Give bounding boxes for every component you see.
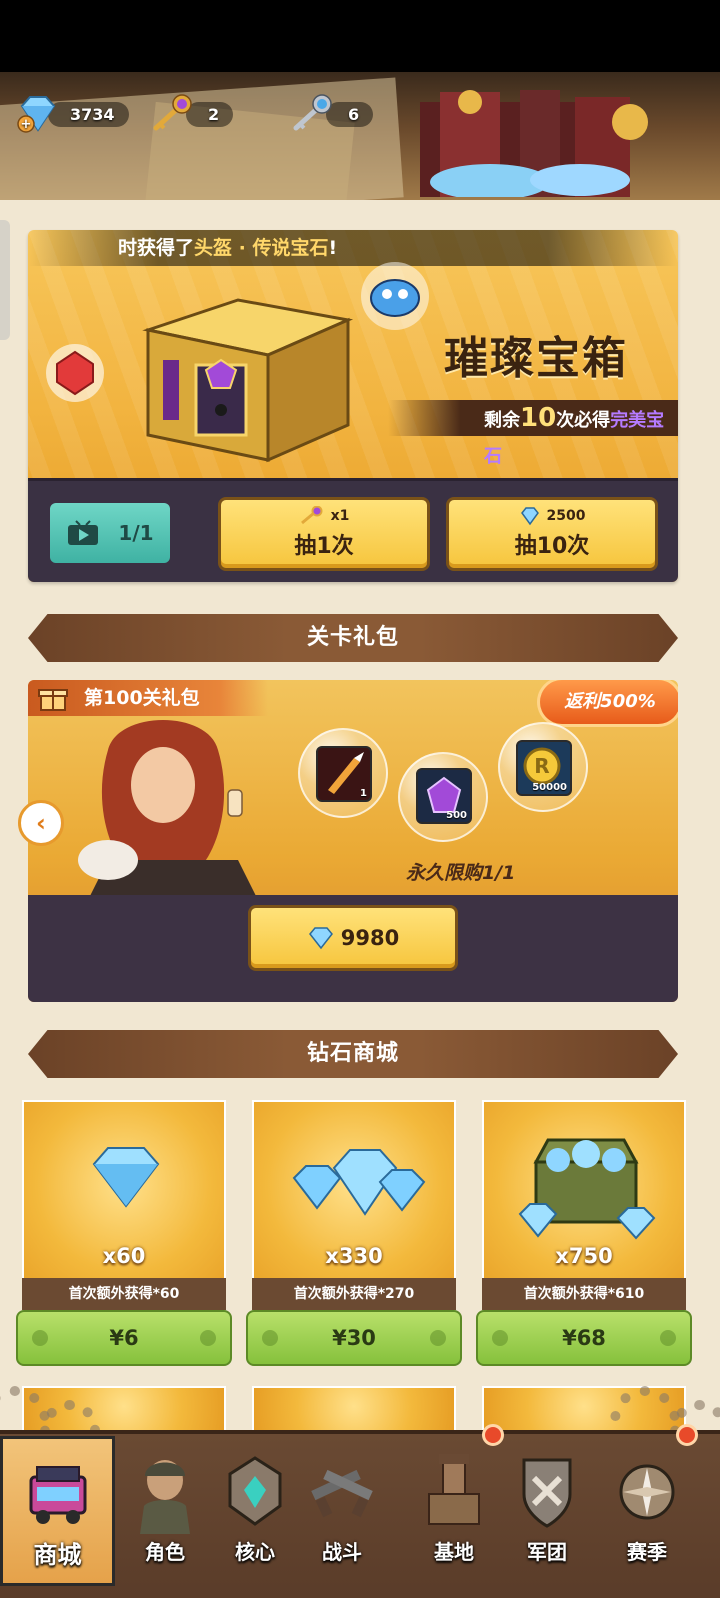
buy-diamond-button[interactable]: ¥30 [246, 1310, 462, 1366]
shop-truck-icon [29, 1466, 86, 1524]
shop-screen: + 3734 2 6 时获得了头盔 · 传说宝石! 璀璨宝箱 剩余10次必得完美… [0, 0, 720, 1598]
nav-character[interactable]: 角色 [115, 1440, 215, 1590]
red-gem-icon [46, 344, 104, 402]
purple-key-counter[interactable]: 2 [150, 94, 234, 132]
nav-legion[interactable]: 军团 [497, 1440, 597, 1590]
reward-item[interactable]: 500 [416, 768, 472, 824]
top-banner [0, 72, 720, 200]
buy-pack-button[interactable]: 9980 [248, 905, 458, 971]
pity-counter: 剩余10次必得完美宝石 [388, 400, 678, 467]
diamond-icon [92, 1147, 160, 1208]
robot-pet-icon [361, 262, 429, 330]
diamond-chest-icon [518, 1138, 656, 1240]
rebate-badge: 返利500% [540, 680, 678, 724]
diamond-pack-medium[interactable]: x330 首次额外获得*270 ¥30 [246, 1100, 462, 1366]
draw-ten-button[interactable]: 2500 抽10次 [446, 497, 658, 571]
watch-video-button[interactable]: 1/1 [50, 503, 170, 563]
core-icon [228, 1456, 282, 1526]
compass-emblem-icon [619, 1464, 675, 1520]
video-icon [68, 520, 99, 545]
status-bar [0, 0, 720, 72]
buy-diamond-button[interactable]: ¥68 [476, 1310, 692, 1366]
video-count: 1/1 [118, 521, 154, 545]
nav-shop[interactable]: 商城 [0, 1436, 115, 1586]
reward-item[interactable]: 1 [316, 746, 372, 802]
chevron-left-icon: ‹ [36, 809, 46, 837]
diamond-shop-header: 钻石商城 [28, 1030, 678, 1078]
chest-illustration[interactable] [118, 270, 378, 470]
blue-key-counter[interactable]: 6 [290, 94, 374, 132]
chest-actions: 1/1 x1 抽1次 2500 抽10次 [28, 478, 678, 582]
svg-text:R: R [534, 754, 549, 778]
crossed-guns-icon [311, 1469, 373, 1518]
blue-key-icon [293, 94, 332, 131]
diamond-pile-icon [292, 1149, 426, 1216]
diamond-pack-small[interactable]: x60 首次额外获得*60 ¥6 [16, 1100, 232, 1366]
nav-core[interactable]: 核心 [205, 1440, 305, 1590]
stage-pack-card: 第100关礼包 返利500% 1 500 R 50000 永久限购1/1 998… [28, 680, 678, 1002]
notification-dot [482, 1424, 504, 1446]
pack-actions: 9980 [28, 895, 678, 1002]
tower-base-icon [428, 1454, 480, 1525]
stage-pack-header: 关卡礼包 [28, 614, 678, 662]
treasure-pile-decoration [420, 90, 648, 197]
purple-key-icon [300, 506, 323, 525]
diamond-pack-large[interactable]: x750 首次额外获得*610 ¥68 [476, 1100, 692, 1366]
reward-item[interactable]: R 50000 [516, 740, 572, 796]
nav-season[interactable]: 赛季 [597, 1440, 697, 1590]
diamond-plus-icon: + [17, 96, 56, 133]
soldier-icon [140, 1460, 190, 1534]
diamond-count: 3734 [48, 101, 129, 127]
notification-dot [676, 1424, 698, 1446]
diamond-counter[interactable]: + 3734 [16, 96, 129, 133]
purchase-limit: 永久限购1/1 [406, 862, 516, 884]
nav-base[interactable]: 基地 [404, 1440, 504, 1590]
nav-battle[interactable]: 战斗 [292, 1440, 392, 1590]
chest-title: 璀璨宝箱 [444, 333, 628, 384]
shield-emblem-icon [522, 1458, 572, 1528]
gift-icon [38, 689, 68, 711]
draw-once-button[interactable]: x1 抽1次 [218, 497, 430, 571]
svg-text:+: + [21, 117, 32, 132]
scroll-indicator[interactable] [0, 220, 10, 340]
prev-pack-button[interactable]: ‹ [18, 800, 64, 846]
buy-diamond-button[interactable]: ¥6 [16, 1310, 232, 1366]
diamond-icon [308, 927, 333, 950]
purple-key-icon [153, 94, 192, 131]
diamond-icon [520, 507, 539, 526]
chest-card: 时获得了头盔 · 传说宝石! 璀璨宝箱 剩余10次必得完美宝石 1/1 x1 抽… [28, 230, 678, 582]
hero-portrait [78, 720, 258, 900]
